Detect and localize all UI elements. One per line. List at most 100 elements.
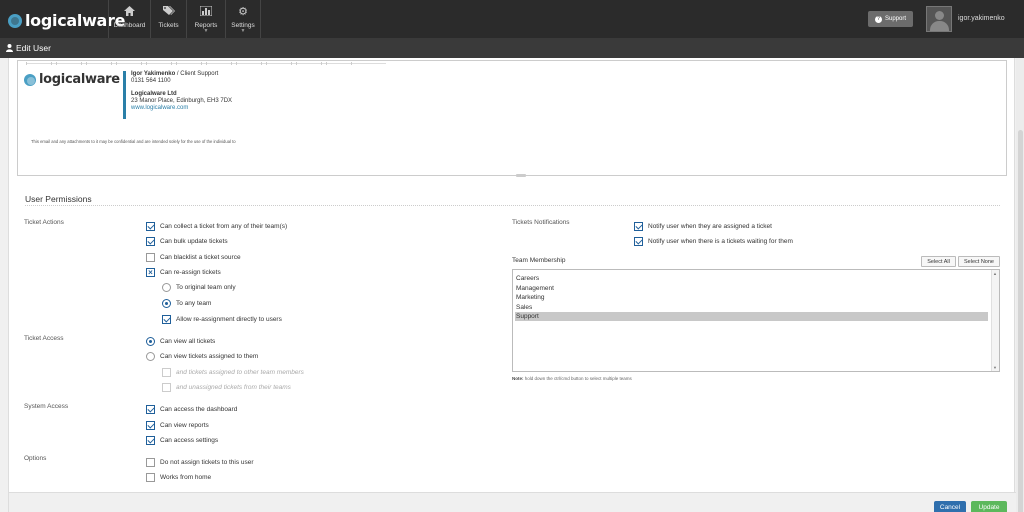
nav-reports[interactable]: Reports ▼: [186, 0, 225, 38]
checkbox-access-dashboard[interactable]: Can access the dashboard: [146, 404, 237, 414]
checkbox[interactable]: [634, 236, 643, 246]
cancel-button[interactable]: Cancel: [934, 501, 966, 512]
scroll-down-icon[interactable]: ▼: [993, 365, 997, 370]
radio[interactable]: [162, 298, 171, 308]
checkbox-access-settings[interactable]: Can access settings: [146, 435, 218, 445]
checkbox[interactable]: [146, 236, 155, 246]
logo-mark-icon: [24, 73, 36, 86]
ticket-access-label: Ticket Access: [24, 335, 64, 342]
nav-tickets[interactable]: Tickets: [150, 0, 186, 38]
checkbox[interactable]: [146, 404, 155, 414]
main-panel: logicalware Igor Yakimenko / Client Supp…: [8, 58, 1016, 512]
checkbox-blacklist-source[interactable]: Can blacklist a ticket source: [146, 252, 241, 262]
checkbox-label: Notify user when they are assigned a tic…: [648, 222, 772, 230]
resize-handle[interactable]: [516, 174, 526, 177]
avatar-body: [930, 21, 949, 31]
checkbox-label: Allow re-assignment directly to users: [176, 315, 282, 323]
checkbox-collect-ticket[interactable]: Can collect a ticket from any of their t…: [146, 221, 287, 231]
nav-settings[interactable]: ⚙ Settings ▼: [225, 0, 261, 38]
nav-dashboard-label: Dashboard: [113, 22, 146, 29]
signature-address: 23 Manor Place, Edinburgh, EH3 7DX: [131, 98, 233, 104]
select-none-button[interactable]: Select None: [958, 256, 1000, 267]
checkbox-label: Can blacklist a ticket source: [160, 253, 241, 261]
checkbox-do-not-assign[interactable]: Do not assign tickets to this user: [146, 457, 254, 467]
top-navbar: logicalware Dashboard Tickets Reports ▼ …: [0, 0, 1024, 38]
select-all-button[interactable]: Select All: [921, 256, 956, 267]
radio-view-assigned[interactable]: Can view tickets assigned to them: [146, 351, 258, 361]
radio-label: To original team only: [176, 283, 236, 291]
chevron-down-icon: ▼: [240, 28, 246, 34]
signature-logo: logicalware: [24, 72, 120, 87]
support-button[interactable]: ? Support: [868, 11, 913, 27]
page-scrollbar[interactable]: [1016, 58, 1024, 512]
checkbox[interactable]: [634, 221, 643, 231]
nav-dashboard[interactable]: Dashboard: [108, 0, 150, 38]
checkbox-label: Can re-assign tickets: [160, 268, 221, 276]
checkbox[interactable]: [162, 382, 171, 392]
checkbox-reassign[interactable]: × Can re-assign tickets: [146, 267, 221, 277]
checkbox-view-reports[interactable]: Can view reports: [146, 420, 209, 430]
checkbox[interactable]: [146, 472, 155, 482]
checkbox[interactable]: [146, 457, 155, 467]
radio-original-team[interactable]: To original team only: [162, 282, 236, 292]
signature-website[interactable]: www.logicalware.com: [131, 105, 188, 112]
checkbox-label: Can access the dashboard: [160, 405, 238, 413]
checkbox-works-from-home[interactable]: Works from home: [146, 472, 211, 482]
team-option[interactable]: Marketing: [515, 293, 988, 302]
checkbox[interactable]: [162, 367, 171, 377]
radio-label: To any team: [176, 299, 212, 307]
system-access-label: System Access: [24, 403, 69, 410]
checkbox-label: Can bulk update tickets: [160, 237, 228, 245]
question-icon: ?: [874, 15, 882, 23]
checkbox-notify-waiting[interactable]: Notify user when there is a tickets wait…: [634, 236, 793, 246]
team-membership-label: Team Membership: [512, 257, 566, 264]
checkbox[interactable]: [146, 221, 155, 231]
permissions-title: User Permissions: [25, 194, 92, 204]
team-option[interactable]: Sales: [515, 303, 988, 312]
checkbox-label: Notify user when there is a tickets wait…: [648, 237, 793, 245]
checkbox[interactable]: [146, 420, 155, 430]
checkbox-label: and tickets assigned to other team membe…: [176, 368, 304, 376]
radio[interactable]: [162, 282, 171, 292]
note-label: Note:: [512, 376, 524, 381]
ticket-actions-label: Ticket Actions: [24, 219, 64, 226]
signature-company: Logicalware Ltd: [131, 91, 177, 97]
signature-name-line: Igor Yakimenko / Client Support: [131, 71, 218, 78]
signature-phone: 0131 564 1100: [131, 78, 171, 84]
checkbox-label: Can access settings: [160, 436, 219, 444]
signature-editor[interactable]: logicalware Igor Yakimenko / Client Supp…: [17, 60, 1007, 177]
checkbox[interactable]: [162, 314, 171, 324]
team-option-selected[interactable]: Support: [515, 312, 988, 321]
team-option[interactable]: Management: [515, 284, 988, 293]
avatar[interactable]: [926, 6, 952, 32]
team-select-list[interactable]: Careers Management Marketing Sales Suppo…: [512, 269, 1000, 372]
page-header: Edit User: [0, 38, 1024, 58]
logo-mark-icon: [8, 13, 22, 28]
checkbox[interactable]: [146, 252, 155, 262]
radio[interactable]: [146, 351, 155, 361]
editor-toolbar: [26, 60, 386, 65]
checkbox-unassigned-tickets[interactable]: and unassigned tickets from their teams: [162, 382, 291, 392]
section-divider: [25, 205, 1000, 206]
checkbox-label: Do not assign tickets to this user: [160, 458, 254, 466]
update-button[interactable]: Update: [971, 501, 1007, 512]
user-icon: [6, 44, 13, 52]
options-label: Options: [24, 455, 47, 462]
page-scrollbar-thumb[interactable]: [1018, 130, 1023, 512]
team-option[interactable]: Careers: [515, 274, 988, 283]
username[interactable]: igor.yakimenko: [958, 15, 1005, 22]
radio[interactable]: [146, 336, 155, 346]
checkbox-allow-direct[interactable]: Allow re-assignment directly to users: [162, 314, 282, 324]
notifications-label: Tickets Notifications: [512, 219, 570, 226]
checkbox[interactable]: [146, 435, 155, 445]
note-text: hold down the ctrl/cmd button to select …: [523, 376, 632, 381]
list-scrollbar[interactable]: ▲ ▼: [991, 270, 999, 371]
radio-any-team[interactable]: To any team: [162, 298, 211, 308]
radio-view-all[interactable]: Can view all tickets: [146, 336, 215, 346]
checkbox-team-members-tickets[interactable]: and tickets assigned to other team membe…: [162, 367, 304, 377]
scroll-up-icon[interactable]: ▲: [993, 271, 997, 276]
team-note: Note: hold down the ctrl/cmd button to s…: [512, 376, 632, 381]
checkbox-bulk-update[interactable]: Can bulk update tickets: [146, 236, 228, 246]
checkbox-notify-assigned[interactable]: Notify user when they are assigned a tic…: [634, 221, 772, 231]
checkbox[interactable]: ×: [146, 267, 155, 277]
